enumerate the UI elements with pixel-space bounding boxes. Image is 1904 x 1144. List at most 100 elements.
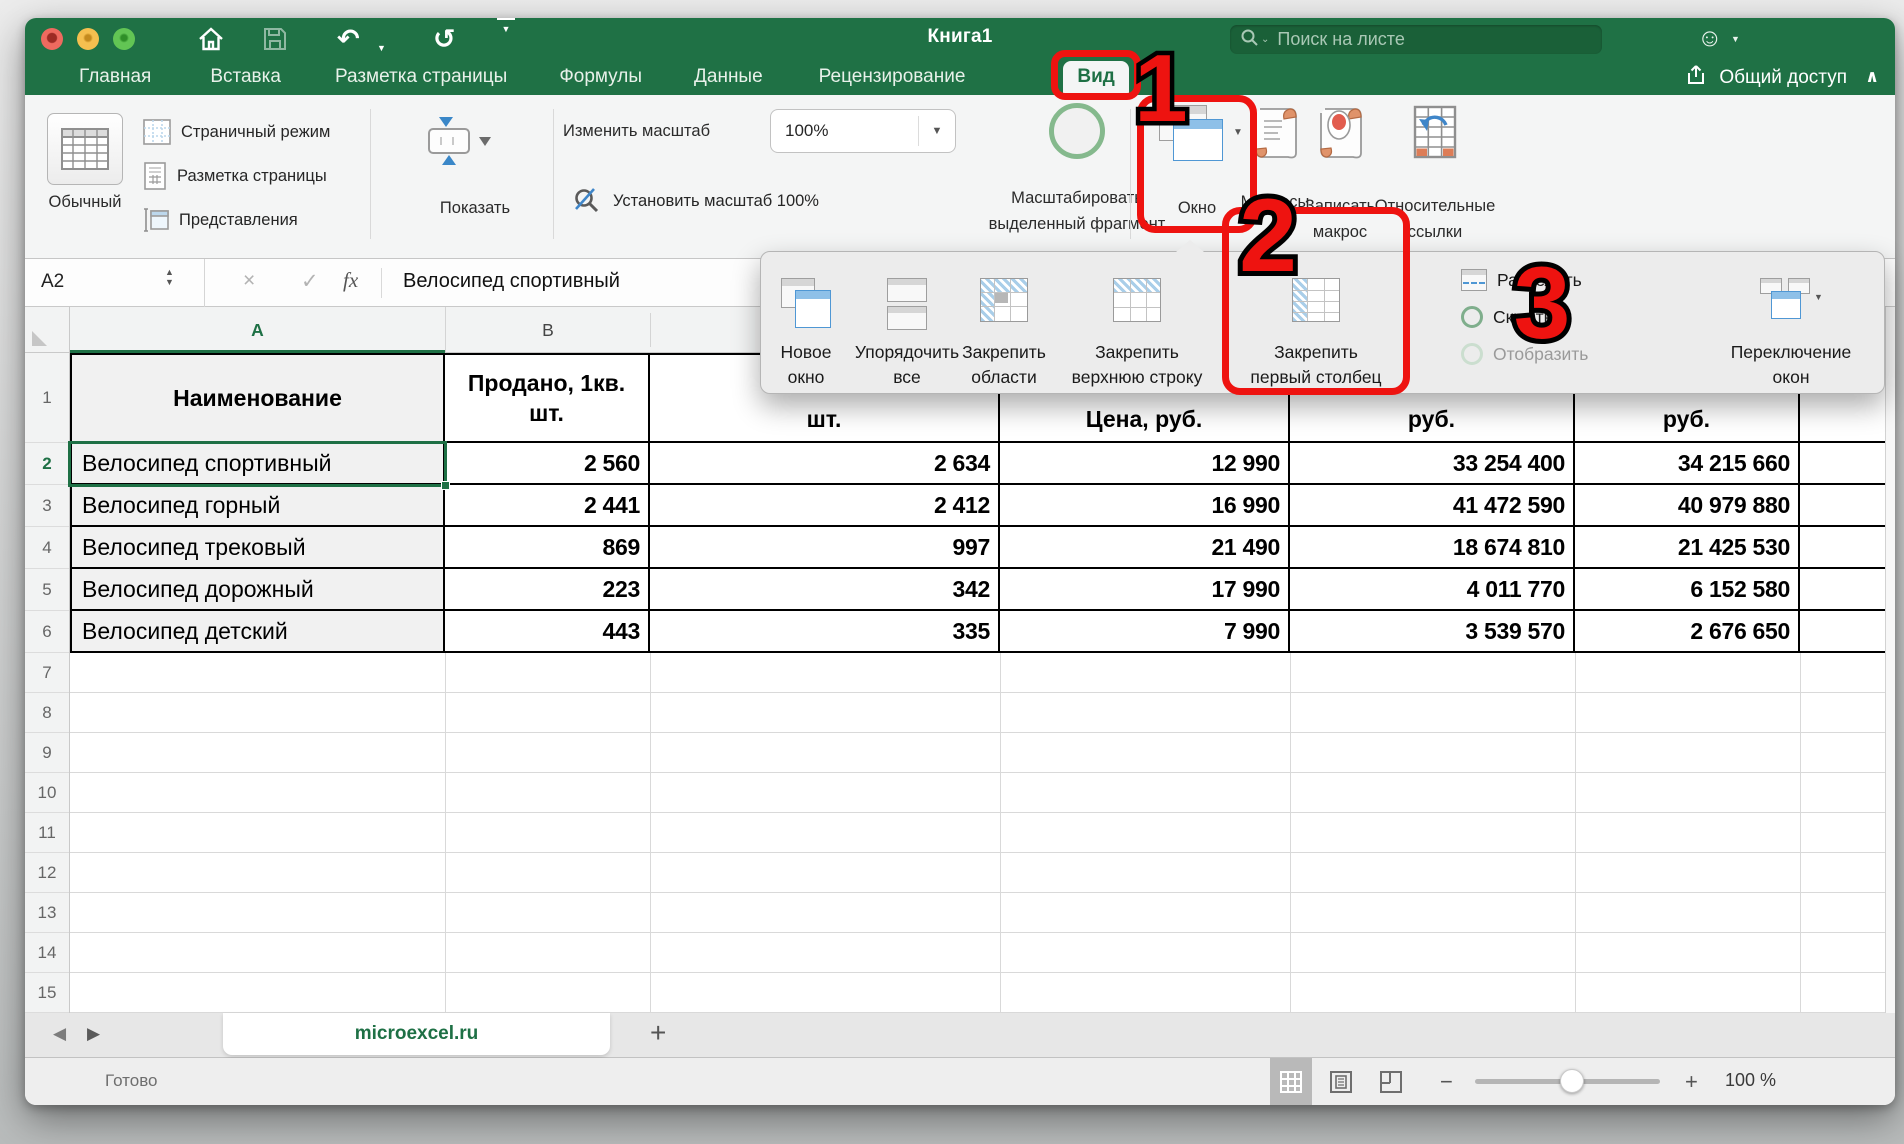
cell-a1[interactable]: Наименование [70, 353, 445, 443]
minimize-window-button[interactable] [77, 28, 99, 50]
cell[interactable]: 4 011 770 [1290, 569, 1575, 611]
add-sheet-button[interactable]: + [650, 1017, 666, 1049]
cell[interactable]: 223 [445, 569, 650, 611]
tab-glavnaya[interactable]: Главная [77, 61, 153, 95]
tab-recenzirovanie[interactable]: Рецензирование [817, 61, 968, 95]
cell[interactable]: 2 676 650 [1575, 611, 1800, 653]
tab-dannye[interactable]: Данные [692, 61, 765, 95]
zoom-to-selection-icon[interactable] [1049, 103, 1105, 159]
menu-item-split[interactable]: Разделить [1461, 266, 1582, 294]
redo-button[interactable]: ↺ [433, 18, 456, 60]
vertical-scrollbar[interactable] [1885, 307, 1895, 1013]
name-box-stepper[interactable]: ▲▼ [165, 267, 174, 287]
row-header[interactable]: 8 [25, 693, 69, 733]
zoom-in-button[interactable]: + [1685, 1069, 1698, 1095]
page-break-view-button[interactable]: Страничный режим [143, 117, 330, 147]
row-header[interactable]: 14 [25, 933, 69, 973]
cell[interactable]: 33 254 400 [1290, 443, 1575, 485]
cell[interactable]: 7 990 [1000, 611, 1290, 653]
row-header[interactable]: 12 [25, 853, 69, 893]
row-header[interactable]: 15 [25, 973, 69, 1013]
menu-item-freeze-first-column[interactable]: Закрепить первый столбец 3 [1236, 252, 1396, 393]
sheet-tab-active[interactable]: microexcel.ru [223, 1013, 610, 1055]
cell[interactable]: 443 [445, 611, 650, 653]
normal-view-button[interactable] [47, 113, 123, 185]
feedback-smiley-icon[interactable]: ☺ [1697, 24, 1723, 53]
cell[interactable] [1800, 527, 1885, 569]
row-header[interactable]: 5 [25, 569, 69, 611]
cell[interactable]: 18 674 810 [1290, 527, 1575, 569]
next-sheet-button[interactable]: ▶ [87, 1024, 100, 1044]
row-header[interactable]: 7 [25, 653, 69, 693]
relative-references-button[interactable]: Относительные ссылки [1355, 105, 1515, 164]
menu-item-unhide[interactable]: Отобразить [1461, 340, 1588, 368]
normal-view-status-button[interactable] [1270, 1058, 1312, 1105]
chevron-down-icon[interactable]: ▼ [1731, 34, 1740, 44]
undo-button[interactable]: ↶ [337, 18, 360, 60]
cell[interactable]: 21 425 530 [1575, 527, 1800, 569]
menu-item-hide[interactable]: Скрыть [1461, 303, 1553, 331]
zoom-100-button[interactable]: Установить масштаб 100% [573, 187, 819, 215]
search-input[interactable]: ⌄ Поиск на листе [1230, 25, 1602, 54]
zoom-window-button[interactable] [113, 28, 135, 50]
menu-item-freeze-top-row[interactable]: Закрепить верхнюю строку [1057, 252, 1217, 393]
cell[interactable]: 342 [650, 569, 1000, 611]
row-header[interactable]: 9 [25, 733, 69, 773]
cell[interactable]: 21 490 [1000, 527, 1290, 569]
cell[interactable]: 869 [445, 527, 650, 569]
cancel-entry-button[interactable]: × [243, 269, 255, 293]
cell[interactable]: 40 979 880 [1575, 485, 1800, 527]
page-break-status-button[interactable] [1370, 1058, 1412, 1105]
row-header[interactable]: 3 [25, 485, 69, 527]
previous-sheet-button[interactable]: ◀ [53, 1024, 66, 1044]
tab-vstavka[interactable]: Вставка [208, 61, 283, 95]
save-button[interactable] [263, 18, 287, 60]
menu-item-new-window[interactable]: Новое окно [763, 252, 849, 393]
cell[interactable]: 16 990 [1000, 485, 1290, 527]
cell[interactable]: 12 990 [1000, 443, 1290, 485]
insert-function-button[interactable]: fx [343, 268, 358, 293]
show-label[interactable]: Показать [423, 199, 527, 218]
row-header[interactable]: 4 [25, 527, 69, 569]
zoom-percentage[interactable]: 100 % [1725, 1070, 1776, 1091]
page-layout-status-button[interactable] [1320, 1058, 1362, 1105]
cell[interactable] [1800, 485, 1885, 527]
row-header[interactable]: 11 [25, 813, 69, 853]
cell[interactable]: 2 441 [445, 485, 650, 527]
select-all-corner[interactable] [25, 307, 70, 353]
cell[interactable]: 2 412 [650, 485, 1000, 527]
menu-item-switch-windows[interactable]: ▼ Переключение окон [1706, 252, 1876, 393]
cell[interactable]: 41 472 590 [1290, 485, 1575, 527]
column-header-b[interactable]: B [445, 307, 650, 353]
row-header[interactable]: 6 [25, 611, 69, 653]
cell[interactable] [1800, 611, 1885, 653]
cell[interactable]: 2 634 [650, 443, 1000, 485]
cell[interactable]: Велосипед трековый [70, 527, 445, 569]
cell-b1[interactable]: Продано, 1кв. шт. [445, 353, 650, 443]
cell[interactable]: 6 152 580 [1575, 569, 1800, 611]
menu-item-arrange-all[interactable]: Упорядочить все [849, 252, 965, 393]
tab-razmetka[interactable]: Разметка страницы [333, 61, 509, 95]
row-header[interactable]: 10 [25, 773, 69, 813]
cell[interactable]: Велосипед горный [70, 485, 445, 527]
row-header[interactable]: 2 [25, 443, 69, 485]
close-window-button[interactable] [41, 28, 63, 50]
row-header[interactable]: 13 [25, 893, 69, 933]
cell[interactable]: 17 990 [1000, 569, 1290, 611]
cell[interactable]: Велосипед детский [70, 611, 445, 653]
cell[interactable]: 335 [650, 611, 1000, 653]
cell[interactable]: 34 215 660 [1575, 443, 1800, 485]
row-header[interactable]: 1 [25, 353, 69, 443]
cell[interactable]: 997 [650, 527, 1000, 569]
zoom-to-selection-button[interactable]: Масштабировать выделенный фрагмент [982, 185, 1172, 237]
cell[interactable]: Велосипед спортивный [70, 443, 445, 485]
cell[interactable]: Велосипед дорожный [70, 569, 445, 611]
cell[interactable] [1800, 569, 1885, 611]
show-button[interactable] [423, 115, 543, 172]
cell[interactable] [1800, 443, 1885, 485]
page-layout-view-button[interactable]: Разметка страницы [143, 161, 327, 191]
tab-vid[interactable]: Вид 1 [1063, 61, 1128, 95]
zoom-slider-thumb[interactable] [1560, 1069, 1584, 1093]
cell[interactable]: 3 539 570 [1290, 611, 1575, 653]
empty-cells-area[interactable] [70, 653, 1885, 1013]
